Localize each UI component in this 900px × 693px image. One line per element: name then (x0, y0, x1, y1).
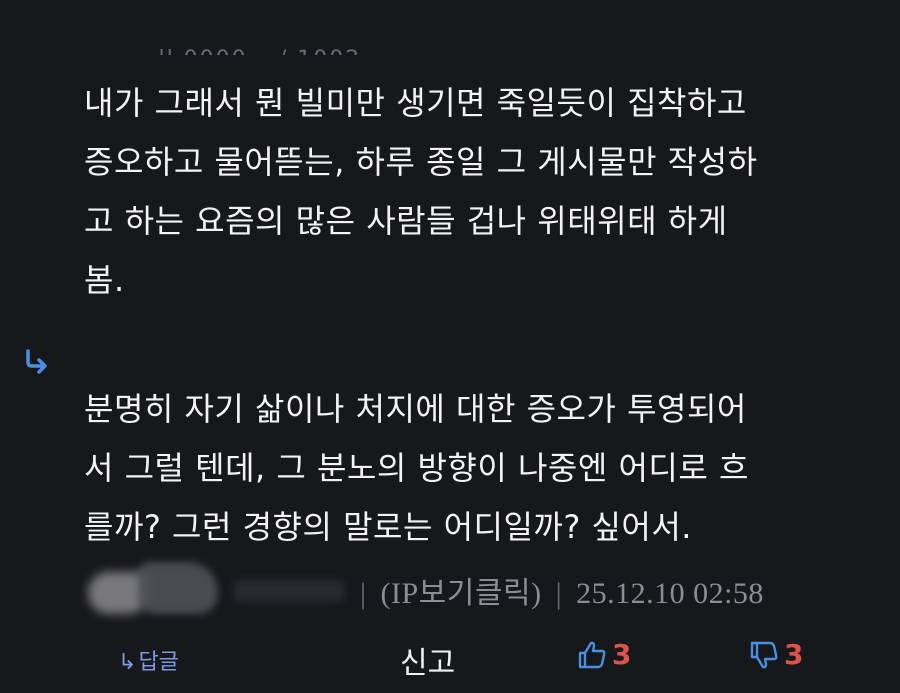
ip-view-button[interactable]: (IP보기클릭) (381, 577, 542, 610)
cut-off-meta-text: ㅡ ᆢ ll 0000 ㅡ/ 1002 (96, 41, 361, 55)
comment-meta: | (IP보기클릭) | 25.12.10 02:58 (84, 560, 884, 616)
thumbs-up-icon (578, 641, 606, 668)
comment-line: 내가 그래서 뭔 빌미만 생기면 죽일듯이 집착하고 (84, 84, 747, 122)
comment-line: 증오하고 물어뜯는, 하루 종일 그 게시물만 작성하 (84, 143, 758, 181)
reply-arrow-icon (26, 349, 47, 374)
reply-button[interactable]: ↳답글 (118, 644, 179, 676)
like-button[interactable]: 3 (576, 638, 631, 671)
comment-text: 내가 그래서 뭔 빌미만 생기면 죽일듯이 집착하고 증오하고 물어뜯는, 하루… (84, 74, 884, 310)
dislike-button[interactable]: 3 (748, 638, 803, 671)
comment-line: 고 하는 요즘의 많은 사람들 겁나 위태위태 하게 (84, 202, 728, 240)
meta-separator: | (360, 577, 367, 610)
reply-small-arrow-icon: ↳ (118, 650, 137, 675)
meta-separator: | (555, 577, 563, 610)
reply-comment-text: 분명히 자기 삶이나 처지에 대한 증오가 투영되어 서 그럴 텐데, 그 분노… (84, 380, 884, 557)
comment-line: 서 그럴 텐데, 그 분노의 방향이 나중엔 어디로 흐 (84, 449, 749, 487)
like-count: 3 (612, 638, 632, 671)
reply-label: 답글 (138, 650, 179, 675)
redacted-author-suffix (234, 580, 344, 602)
timestamp: 25.12.10 02:58 (576, 577, 764, 610)
previous-comment-meta-fragment: ㅡ ᆢ ll 0000 ㅡ/ 1002 (96, 30, 361, 56)
comment-line: 분명히 자기 삶이나 처지에 대한 증오가 투영되어 (84, 390, 747, 428)
meta-line: | (IP보기클릭) | 25.12.10 02:58 (354, 568, 764, 612)
comment-actions: ↳답글 신고 3 3 (0, 636, 900, 682)
comment-line: 봄. (84, 261, 125, 299)
dislike-count: 3 (784, 638, 804, 671)
redaction-blob (138, 562, 218, 614)
thumbs-down-icon (750, 641, 778, 668)
redacted-author-name (88, 562, 218, 616)
report-button[interactable]: 신고 (400, 638, 455, 682)
comment-line: 를까? 그런 경향의 말로는 어디일까? 싶어서. (84, 508, 692, 546)
